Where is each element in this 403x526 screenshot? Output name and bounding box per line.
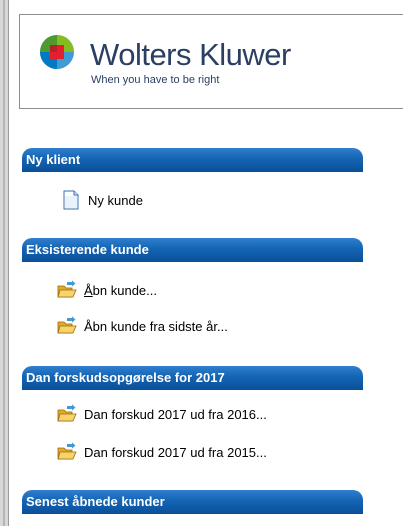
brand-tagline: When you have to be right [91, 74, 220, 86]
create-forskud-from-2016-link[interactable]: Dan forskud 2017 ud fra 2016... [57, 403, 267, 425]
open-customer-accesskey: Å [84, 282, 93, 298]
logo-banner: Wolters Kluwer When you have to be right [19, 14, 403, 109]
brand-name: Wolters Kluwer [90, 37, 291, 72]
section-header-ny-klient: Ny klient [22, 148, 363, 172]
open-folder-icon [57, 316, 77, 334]
window-left-rail [0, 0, 9, 526]
open-customer-link[interactable]: Åbn kunde... [57, 279, 157, 301]
open-folder-icon [57, 280, 77, 298]
open-customer-label: Åbn kunde... [84, 283, 157, 298]
create-forskud-from-2016-label: Dan forskud 2017 ud fra 2016... [84, 406, 267, 422]
open-last-year-customer-label: Åbn kunde fra sidste år... [84, 318, 228, 334]
new-customer-link[interactable]: Ny kunde [63, 189, 143, 211]
open-last-year-customer-link[interactable]: Åbn kunde fra sidste år... [57, 315, 228, 337]
create-forskud-from-2015-label: Dan forskud 2017 ud fra 2015... [84, 444, 267, 460]
create-forskud-from-2015-link[interactable]: Dan forskud 2017 ud fra 2015... [57, 441, 267, 463]
open-folder-icon [57, 442, 77, 460]
open-folder-icon [57, 404, 77, 422]
blank-document-icon [63, 190, 79, 210]
new-customer-label: Ny kunde [88, 192, 143, 208]
section-header-recent-customers: Senest åbnede kunder [22, 490, 363, 514]
section-header-forskudsopgorelse: Dan forskudsopgørelse for 2017 [22, 366, 363, 390]
section-header-eksisterende-kunde: Eksisterende kunde [22, 238, 363, 262]
wolters-kluwer-logo-icon [40, 35, 74, 69]
open-customer-label-rest: bn kunde... [92, 282, 157, 298]
